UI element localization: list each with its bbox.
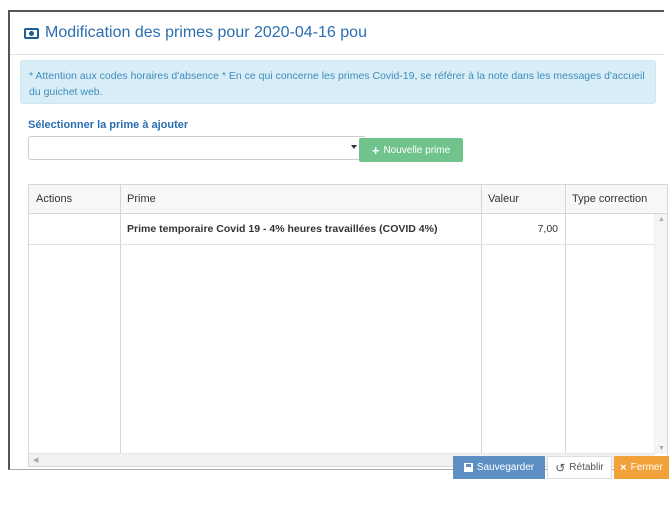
cell-valeur[interactable]: 7,00 bbox=[481, 214, 565, 244]
column-header-valeur[interactable]: Valeur bbox=[481, 185, 565, 213]
cell-type-correction[interactable] bbox=[565, 214, 657, 244]
prime-select[interactable] bbox=[28, 136, 366, 160]
close-label: Fermer bbox=[630, 462, 663, 473]
save-disk-icon bbox=[463, 463, 473, 472]
cell-prime: Prime temporaire Covid 19 - 4% heures tr… bbox=[127, 223, 438, 235]
close-icon: × bbox=[620, 461, 627, 474]
dialog-window: Modification des primes pour 2020-04-16 … bbox=[8, 10, 668, 470]
dialog-title: Modification des primes pour 2020-04-16 … bbox=[45, 24, 367, 41]
money-icon bbox=[24, 27, 39, 39]
column-header-actions[interactable]: Actions bbox=[29, 185, 120, 213]
primes-table: Actions Prime Valeur Type correction Pri… bbox=[28, 184, 668, 467]
info-alert: * Attention aux codes horaires d'absence… bbox=[20, 60, 656, 104]
scroll-up-icon[interactable]: ▲ bbox=[658, 216, 665, 223]
column-header-type-correction[interactable]: Type correction bbox=[565, 185, 665, 213]
vertical-scrollbar[interactable]: ▲ ▼ bbox=[654, 214, 667, 454]
scroll-left-icon[interactable]: ◀ bbox=[33, 456, 38, 464]
chevron-down-icon bbox=[351, 145, 357, 149]
reset-button[interactable]: ↺ Rétablir bbox=[547, 456, 612, 479]
cell-actions[interactable] bbox=[29, 214, 120, 244]
select-prime-label: Sélectionner la prime à ajouter bbox=[28, 119, 189, 131]
close-button[interactable]: × Fermer bbox=[614, 456, 669, 479]
new-prime-label: Nouvelle prime bbox=[383, 144, 451, 156]
dialog-header: Modification des primes pour 2020-04-16 … bbox=[10, 12, 664, 55]
plus-icon: + bbox=[371, 142, 380, 158]
undo-icon: ↺ bbox=[555, 460, 566, 475]
save-button[interactable]: Sauvegarder bbox=[453, 456, 545, 479]
reset-label: Rétablir bbox=[569, 462, 604, 473]
new-prime-button[interactable]: + Nouvelle prime bbox=[359, 138, 463, 162]
table-row[interactable]: Prime temporaire Covid 19 - 4% heures tr… bbox=[29, 214, 655, 245]
save-label: Sauvegarder bbox=[476, 462, 535, 473]
column-header-prime[interactable]: Prime bbox=[120, 185, 481, 213]
scroll-down-icon[interactable]: ▼ bbox=[658, 445, 665, 452]
table-header: Actions Prime Valeur Type correction bbox=[29, 185, 667, 214]
